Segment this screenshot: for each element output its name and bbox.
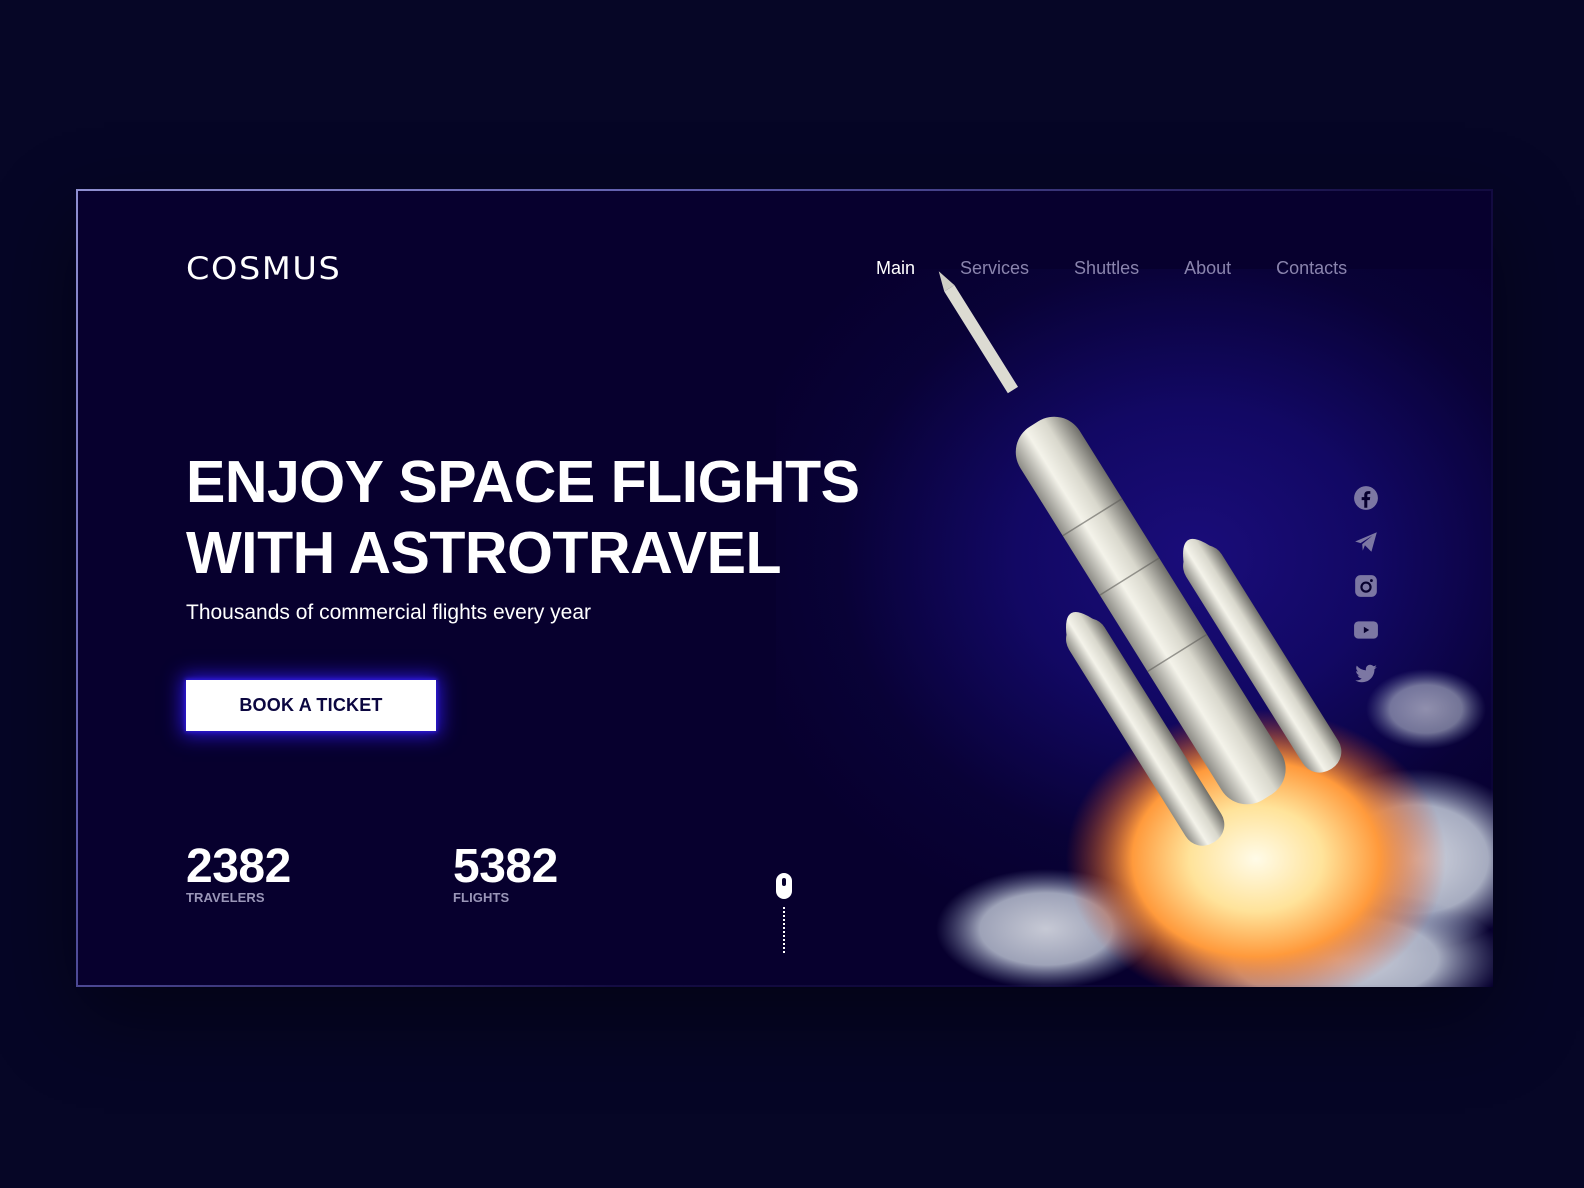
mouse-wheel: [782, 878, 786, 886]
stat-value: 5382: [453, 840, 558, 893]
hero-title-line-2: WITH ASTROTRAVEL: [186, 520, 782, 586]
social-links: [1353, 485, 1379, 687]
nav-item-about[interactable]: About: [1184, 258, 1231, 279]
main-nav: Main Services Shuttles About Contacts: [876, 258, 1392, 279]
rocket-illustration: [936, 271, 1493, 987]
stat-travelers: 2382 TRAVELERS: [186, 840, 291, 906]
brand-logo[interactable]: COSMUS: [186, 251, 341, 287]
mouse-icon[interactable]: [776, 873, 792, 899]
nav-item-contacts[interactable]: Contacts: [1276, 258, 1347, 279]
instagram-icon[interactable]: [1353, 573, 1379, 599]
twitter-icon[interactable]: [1353, 661, 1379, 687]
scroll-indicator-line: [783, 907, 785, 953]
telegram-icon[interactable]: [1353, 529, 1379, 555]
hero-title: ENJOY SPACE FLIGHTS WITH ASTROTRAVEL: [186, 447, 860, 589]
facebook-icon[interactable]: [1353, 485, 1379, 511]
book-ticket-button[interactable]: BOOK A TICKET: [186, 680, 436, 731]
hero-subtitle: Thousands of commercial flights every ye…: [186, 601, 591, 624]
nav-item-services[interactable]: Services: [960, 258, 1029, 279]
rocket-body: [938, 271, 1342, 846]
stat-flights: 5382 FLIGHTS: [453, 840, 558, 906]
nav-item-shuttles[interactable]: Shuttles: [1074, 258, 1139, 279]
nav-item-main[interactable]: Main: [876, 258, 915, 279]
youtube-icon[interactable]: [1353, 617, 1379, 643]
hero-frame: COSMUS Main Services Shuttles About Cont…: [76, 189, 1493, 987]
hero-title-line-1: ENJOY SPACE FLIGHTS: [186, 449, 860, 515]
stat-value: 2382: [186, 840, 291, 893]
